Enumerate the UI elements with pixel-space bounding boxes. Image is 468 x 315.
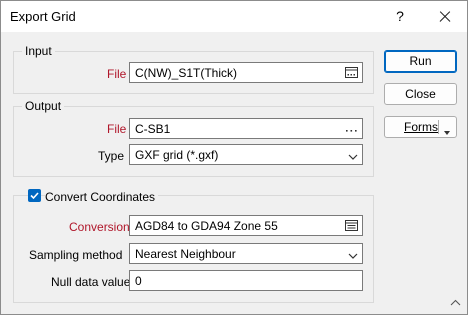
chevron-up-icon[interactable] <box>450 295 461 309</box>
null-data-value-input[interactable]: 0 <box>129 270 363 291</box>
ellipsis-icon[interactable] <box>344 121 359 136</box>
output-legend: Output <box>22 99 65 113</box>
sampling-method-select[interactable]: Nearest Neighbour <box>129 243 363 264</box>
run-button[interactable]: Run <box>384 50 457 73</box>
conversion-field[interactable]: AGD84 to GDA94 Zone 55 <box>129 215 363 236</box>
output-type-select[interactable]: GXF grid (*.gxf) <box>129 144 363 165</box>
input-legend: Input <box>22 44 55 58</box>
conversion-label: Conversion <box>69 220 130 234</box>
help-button[interactable]: ? <box>385 1 415 32</box>
convert-coordinates-checkbox[interactable] <box>28 189 41 202</box>
output-file-label: File <box>107 122 127 136</box>
chevron-down-icon[interactable] <box>348 150 358 160</box>
sampling-method-label: Sampling method <box>29 248 123 262</box>
run-button-label: Run <box>409 54 432 68</box>
output-file-field[interactable]: C-SB1 <box>129 118 363 139</box>
output-file-value: C-SB1 <box>135 122 171 136</box>
null-data-value-label: Null data value <box>51 275 131 289</box>
output-group: Output <box>13 99 374 177</box>
null-data-value: 0 <box>135 274 142 288</box>
close-icon[interactable] <box>427 1 463 32</box>
browse-list-icon[interactable] <box>344 65 359 80</box>
list-picker-icon[interactable] <box>344 218 359 233</box>
forms-button[interactable]: Forms <box>384 116 457 138</box>
close-button[interactable]: Close <box>384 83 457 105</box>
close-button-label: Close <box>405 87 436 101</box>
export-grid-dialog: Export Grid ? Input File C(NW)_S1T(Thick… <box>0 0 468 315</box>
output-type-value: GXF grid (*.gxf) <box>135 148 219 162</box>
chevron-down-icon[interactable] <box>348 249 358 259</box>
title-bar: Export Grid ? <box>1 1 467 32</box>
forms-divider <box>438 120 439 134</box>
sampling-method-value: Nearest Neighbour <box>135 247 236 261</box>
forms-dropdown-icon[interactable] <box>442 123 452 143</box>
window-title: Export Grid <box>10 9 76 24</box>
output-type-label: Type <box>98 149 125 163</box>
conversion-value: AGD84 to GDA94 Zone 55 <box>135 219 278 233</box>
input-file-value: C(NW)_S1T(Thick) <box>135 66 237 80</box>
input-file-field[interactable]: C(NW)_S1T(Thick) <box>129 62 363 83</box>
forms-button-label: Forms <box>404 120 438 134</box>
input-file-label: File <box>107 67 127 81</box>
convert-coordinates-label[interactable]: Convert Coordinates <box>45 190 159 204</box>
